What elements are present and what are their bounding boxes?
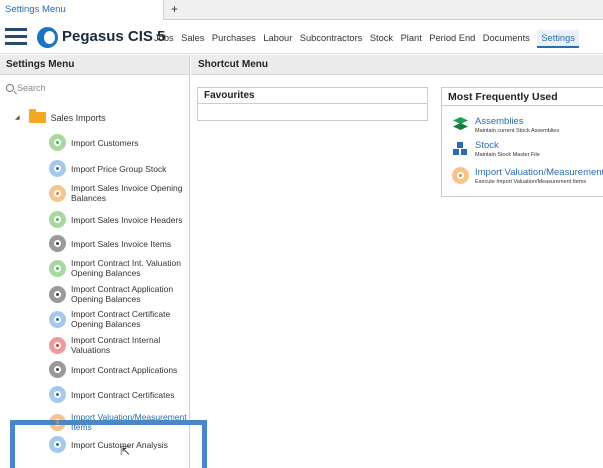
tree-item[interactable]: Import Price Group Stock (49, 160, 189, 177)
gear-green-icon (49, 259, 66, 277)
boxes-icon (452, 140, 469, 157)
mfu-title: Most Frequently Used (442, 88, 603, 106)
gear-grey-icon (49, 235, 66, 252)
tree-node-sales-imports[interactable]: ◢ Sales Imports (15, 109, 106, 123)
expand-caret-icon[interactable]: ◢ (15, 114, 20, 121)
tree-item-label: Import Customers (71, 137, 139, 148)
tree-item[interactable]: Import Contract Int. Valuation Opening B… (49, 258, 189, 278)
folder-open-icon (28, 109, 46, 123)
layers-icon (452, 116, 469, 133)
most-frequently-used-panel: Most Frequently Used Assemblies Maintain … (441, 87, 603, 197)
tree-item-label: Import Contract Int. Valuation Opening B… (71, 258, 181, 278)
tree-item-label: Import Contract Certificates (71, 389, 175, 400)
nav-item-jobs[interactable]: Jobs (154, 33, 174, 48)
app-navbar: Pegasus CIS 5 Jobs Sales Purchases Labour Su… (0, 21, 603, 54)
tree-item[interactable]: Import Contract Certificate Opening Bala… (49, 309, 189, 329)
nav-item-plant[interactable]: Plant (401, 33, 422, 48)
mfu-item-title[interactable]: Stock (475, 140, 540, 151)
hamburger-menu-icon[interactable] (5, 28, 27, 46)
nav-item-settings[interactable]: Settings (537, 30, 579, 48)
pegasus-logo-icon (37, 27, 58, 48)
tree-item[interactable]: Import Sales Invoice Headers (49, 211, 189, 228)
gear-orange-icon (49, 184, 66, 202)
tree-item[interactable]: Import Contract Application Opening Bala… (49, 284, 189, 304)
tree-item[interactable]: Import Contract Certificates (49, 386, 189, 403)
tree-item[interactable]: Import Contract Applications (49, 361, 189, 378)
shortcut-menu-header: Shortcut Menu (191, 55, 603, 75)
search-placeholder: Search (17, 83, 46, 93)
favourites-panel: Favourites (197, 87, 428, 121)
tree-item[interactable]: Import Sales Invoice Items (49, 235, 189, 252)
nav-item-period-end[interactable]: Period End (429, 33, 475, 48)
settings-menu-panel: Settings Menu Search ◢ Sales Imports Imp… (0, 55, 190, 468)
gear-orange-icon (452, 167, 469, 184)
tree-item-label: Import Sales Invoice Headers (71, 214, 183, 225)
nav-item-labour[interactable]: Labour (263, 33, 292, 48)
tab-settings-menu[interactable]: Settings Menu (0, 0, 164, 20)
gear-blue-icon (49, 310, 66, 328)
tree-node-label: Sales Imports (50, 112, 106, 123)
highlight-box (10, 420, 207, 468)
mfu-item-subtitle: Execute Import Valuation/Measurement Ite… (475, 179, 587, 185)
gear-red-icon (49, 336, 66, 354)
tree-item-label: Import Sales Invoice Items (71, 238, 172, 249)
mfu-item-title[interactable]: Assemblies (475, 116, 559, 127)
tree-item-label: Import Contract Applications (71, 364, 178, 375)
gear-green-icon (49, 134, 66, 151)
gear-blue-icon (49, 160, 66, 177)
app-brand: Pegasus CIS 5 (62, 28, 166, 45)
mouse-pointer-icon: ⇱ (120, 444, 131, 458)
tree-item[interactable]: Import Contract Internal Valuations (49, 335, 189, 355)
tab-title: Settings Menu (5, 4, 66, 15)
browser-tab-strip: Settings Menu + (0, 0, 603, 20)
nav-item-documents[interactable]: Documents (483, 33, 530, 48)
nav-item-stock[interactable]: Stock (370, 33, 393, 48)
nav-item-subcontractors[interactable]: Subcontractors (300, 33, 363, 48)
gear-blue-icon (49, 386, 66, 403)
tree-item-label: Import Sales Invoice Opening Balances (71, 183, 183, 203)
mfu-item[interactable]: Stock Maintain Stock Master File (452, 140, 540, 158)
nav-item-sales[interactable]: Sales (181, 33, 204, 48)
mfu-item[interactable]: Assemblies Maintain current Stock Assembl… (452, 116, 559, 134)
tree-item-label: Import Contract Certificate Opening Bala… (71, 309, 171, 329)
add-tab-button[interactable]: + (171, 2, 178, 16)
tree-item[interactable]: Import Customers (49, 134, 189, 151)
mfu-item-title[interactable]: Import Valuation/Measurement (475, 167, 603, 178)
search-icon (6, 84, 14, 92)
gear-grey-icon (49, 361, 66, 378)
mfu-item-subtitle: Maintain Stock Master File (475, 152, 540, 158)
search-input[interactable]: Search (6, 83, 46, 93)
gear-green-icon (49, 211, 66, 228)
main-nav: Jobs Sales Purchases Labour Subcontractors St… (154, 30, 586, 48)
mfu-item-subtitle: Maintain current Stock Assemblies (475, 128, 560, 134)
settings-menu-header: Settings Menu (0, 55, 189, 75)
favourites-title: Favourites (198, 88, 427, 104)
mfu-item[interactable]: Import Valuation/Measurement Execute Impo… (452, 167, 603, 185)
nav-item-purchases[interactable]: Purchases (212, 33, 256, 48)
gear-grey-icon (49, 285, 66, 303)
tree-item[interactable]: Import Sales Invoice Opening Balances (49, 183, 189, 203)
tree-item-label: Import Contract Application Opening Bala… (71, 284, 174, 304)
tree-item-label: Import Price Group Stock (71, 163, 167, 174)
tree-item-label: Import Contract Internal Valuations (71, 335, 161, 355)
